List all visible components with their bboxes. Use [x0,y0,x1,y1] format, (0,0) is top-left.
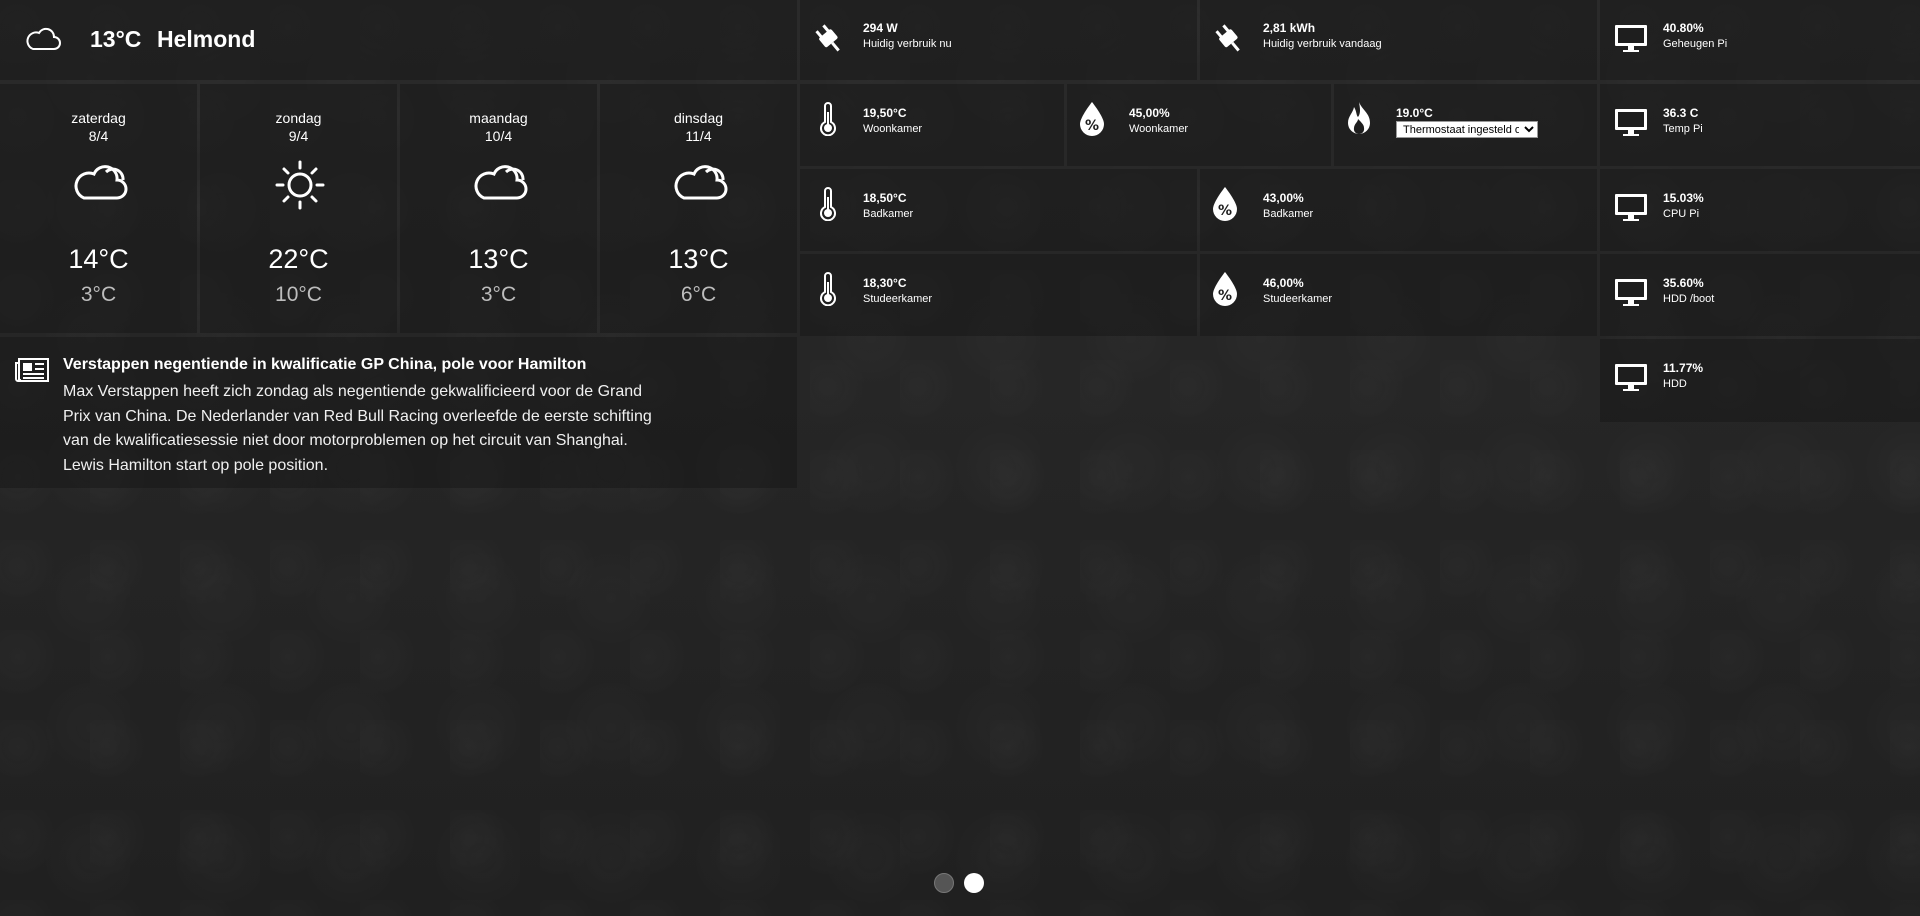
forecast-day: dinsdag 11/4 13°C 6°C [600,0,797,333]
thermometer-icon [818,187,838,221]
woonkamer-humidity-tile[interactable]: % 45,00% Woonkamer [1067,84,1331,166]
day-min-temp: 10°C [275,283,322,306]
page-dot-1[interactable] [934,873,954,893]
day-min-temp: 3°C [480,283,517,306]
studeerkamer-humidity-tile[interactable]: % 46,00% Studeerkamer [1200,254,1597,336]
flame-icon [1344,100,1374,136]
humidity-icon: % [1077,100,1107,136]
system-hdd-boot-tile[interactable]: 35.60% HDD /boot [1600,254,1920,336]
system-label: CPU Pi [1663,208,1700,220]
badkamer-temp-label: Badkamer [863,208,914,220]
energy-now-tile[interactable]: 294 W Huidig verbruik nu [800,0,1197,80]
system-hdd-tile[interactable]: 11.77% HDD [1600,339,1920,422]
news-tile[interactable]: Verstappen negentiende in kwalificatie G… [0,337,797,488]
energy-today-label: Huidig verbruik vandaag [1263,38,1382,50]
thermometer-icon [818,272,838,306]
monitor-icon [1614,108,1648,138]
thermostat-select[interactable]: Thermostaat ingesteld op [1396,121,1538,138]
system-temp-tile[interactable]: 36.3 C Temp Pi [1600,84,1920,166]
news-body: Max Verstappen heeft zich zondag als neg… [63,380,652,478]
woonkamer-temp-label: Woonkamer [863,123,923,135]
system-label: Geheugen Pi [1663,38,1728,50]
badkamer-temp-tile[interactable]: 18,50°C Badkamer [800,169,1197,251]
energy-today-tile[interactable]: 2,81 kWh Huidig verbruik vandaag [1200,0,1597,80]
system-cpu-tile[interactable]: 15.03% CPU Pi [1600,169,1920,251]
cloud-icon [670,160,730,204]
energy-now-value: 294 W [863,21,898,35]
newspaper-icon [14,357,50,383]
plug-icon [812,22,846,56]
day-max-temp: 13°C [468,244,529,274]
day-max-temp: 14°C [68,244,129,274]
badkamer-temp-value: 18,50°C [863,191,907,205]
svg-text:%: % [1218,288,1232,304]
thermometer-icon [818,102,838,136]
sun-icon [270,160,330,210]
studeerkamer-temp-value: 18,30°C [863,276,907,290]
humidity-icon: % [1210,270,1240,306]
system-label: HDD [1663,378,1687,390]
day-name: dinsdag [673,110,724,126]
news-line: van de kwalificatiesessie niet door moto… [63,432,628,449]
news-title: Verstappen negentiende in kwalificatie G… [63,356,587,373]
day-max-temp: 22°C [268,244,329,274]
day-min-temp: 6°C [680,283,717,306]
studeerkamer-temp-tile[interactable]: 18,30°C Studeerkamer [800,254,1197,336]
cloud-icon [70,160,130,204]
page-indicator [934,873,986,893]
forecast-day: zondag 9/4 22°C 10°C [200,0,397,333]
day-name: zondag [275,110,322,126]
system-value: 15.03% [1663,191,1704,205]
svg-text:%: % [1218,203,1232,219]
monitor-icon [1614,24,1648,54]
cloud-icon [470,160,530,204]
news-line: Max Verstappen heeft zich zondag als neg… [63,383,643,400]
system-value: 40.80% [1663,21,1704,35]
forecast-day: zaterdag 8/4 14°C 3°C [0,0,197,333]
badkamer-humidity-tile[interactable]: % 43,00% Badkamer [1200,169,1597,251]
badkamer-humidity-value: 43,00% [1263,191,1304,205]
studeerkamer-humidity-value: 46,00% [1263,276,1304,290]
day-date: 8/4 [88,128,109,144]
humidity-icon: % [1210,185,1240,221]
day-name: zaterdag [71,110,126,126]
woonkamer-temp-value: 19,50°C [863,106,907,120]
page-dot-2[interactable] [964,873,984,893]
studeerkamer-humidity-label: Studeerkamer [1263,293,1333,305]
forecast-day: maandag 10/4 13°C 3°C [400,0,597,333]
plug-icon [1212,22,1246,56]
badkamer-humidity-label: Badkamer [1263,208,1314,220]
day-name: maandag [469,110,528,126]
day-date: 9/4 [288,128,309,144]
system-label: Temp Pi [1663,123,1703,135]
svg-text:%: % [1085,118,1099,134]
news-line: Lewis Hamilton start op pole position. [63,456,329,474]
woonkamer-humidity-value: 45,00% [1129,106,1170,120]
woonkamer-humidity-label: Woonkamer [1129,123,1189,135]
monitor-icon [1614,363,1648,393]
monitor-icon [1614,193,1648,223]
energy-today-value: 2,81 kWh [1263,21,1316,35]
day-date: 11/4 [685,128,712,144]
system-value: 35.60% [1663,276,1704,290]
system-label: HDD /boot [1663,293,1715,305]
energy-now-label: Huidig verbruik nu [863,38,952,50]
day-max-temp: 13°C [668,244,729,274]
woonkamer-temp-tile[interactable]: 19,50°C Woonkamer [800,84,1064,166]
day-min-temp: 3°C [80,283,117,306]
thermostat-value: 19.0°C [1396,106,1433,120]
monitor-icon [1614,278,1648,308]
day-date: 10/4 [484,128,513,144]
system-geheugen-tile[interactable]: 40.80% Geheugen Pi [1600,0,1920,80]
system-value: 11.77% [1663,361,1704,375]
system-value: 36.3 C [1663,106,1699,120]
studeerkamer-temp-label: Studeerkamer [863,293,933,305]
news-line: Prix van China. De Nederlander van Red B… [63,407,652,425]
